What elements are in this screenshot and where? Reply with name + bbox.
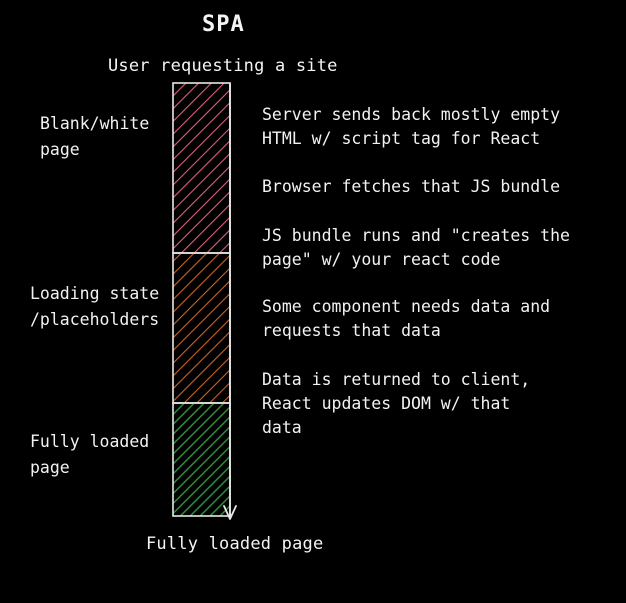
step-request-data: Some component needs data and requests t… [262,297,551,340]
end-label: Fully loaded page [146,534,324,554]
phase-loading [172,252,231,404]
timeline-bar [172,82,237,520]
phase-label-loading: Loading state /placeholders [30,284,160,329]
phase-label-blank: Blank/white page [40,114,150,159]
phase-label-loaded: Fully loaded page [30,432,150,477]
phase-loaded [172,402,231,517]
step-server-response: Server sends back mostly empty HTML w/ s… [262,105,561,148]
diagram-title: SPA [202,12,245,37]
step-fetch-bundle: Browser fetches that JS bundle [262,177,561,196]
step-data-returned: Data is returned to client, React update… [262,370,531,437]
phase-blank [172,82,231,254]
step-bundle-runs: JS bundle runs and "creates the page" w/… [262,226,570,269]
